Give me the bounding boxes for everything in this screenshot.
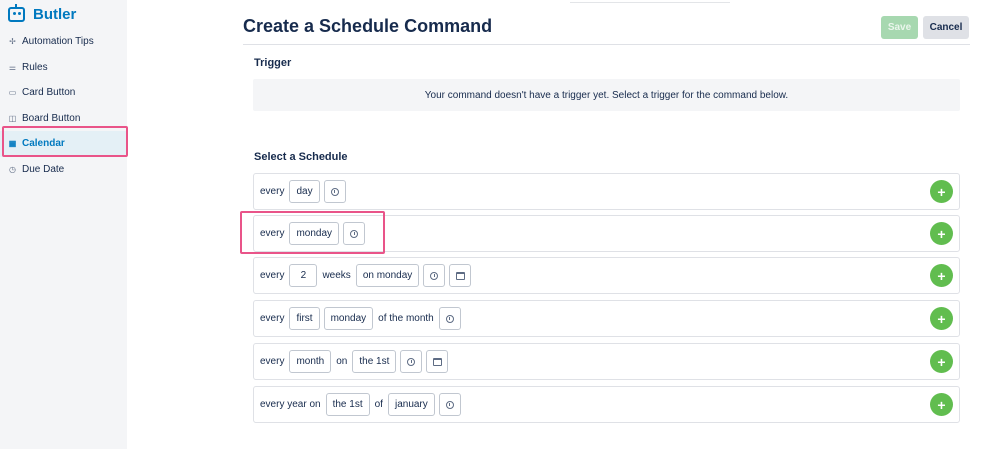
ordinal-select[interactable]: first [289,307,320,330]
sidebar-item-due-date[interactable]: ◷ Due Date [0,157,127,183]
save-button[interactable]: Save [881,16,918,39]
sidebar-item-card-button[interactable]: ▭ Card Button [0,80,127,106]
clock-icon [407,357,416,366]
app-name: Butler [33,5,77,23]
row-text: every [260,313,285,324]
row-text: every year on [260,399,321,410]
schedule-row-every-year[interactable]: every year on the 1st of january + [253,386,960,423]
clock-icon [430,271,439,280]
row-text: every [260,186,285,197]
calendar-icon [432,357,442,366]
page-title: Create a Schedule Command [243,16,493,36]
card-icon: ▭ [8,88,17,98]
schedule-heading: Select a Schedule [254,151,348,163]
schedule-row-every-month[interactable]: every month on the 1st + [253,343,960,380]
row-text: weeks [322,270,351,281]
period-select[interactable]: day [289,180,320,203]
highlight-box-every-monday [240,211,385,254]
sidebar-item-label: Rules [22,61,48,73]
clock-icon [445,400,454,409]
clock-icon [330,187,339,196]
day-of-month-select[interactable]: the 1st [352,350,397,373]
weekday-select[interactable]: monday [323,307,374,330]
add-schedule-button[interactable]: + [930,222,953,245]
clock-icon [445,314,454,323]
schedule-row-nth-weekday-of-month[interactable]: every first monday of the month + [253,300,960,337]
sidebar-item-automation-tips[interactable]: ✢ Automation Tips [0,29,127,55]
trigger-empty-box: Your command doesn't have a trigger yet.… [253,79,960,111]
time-picker-button[interactable] [438,393,461,416]
trigger-empty-message: Your command doesn't have a trigger yet.… [424,89,789,101]
top-divider [570,0,730,3]
time-picker-button[interactable] [423,264,446,287]
board-icon: ◫ [8,113,17,123]
title-divider [243,44,970,45]
clock-icon: ◷ [9,164,16,174]
cancel-button[interactable]: Cancel [923,16,969,39]
sidebar-item-label: Board Button [22,112,81,124]
sidebar-nav: ✢ Automation Tips ⚌ Rules ▭ Card Button … [0,29,127,182]
time-picker-button[interactable] [400,350,423,373]
add-schedule-button[interactable]: + [930,180,953,203]
add-schedule-button[interactable]: + [930,393,953,416]
add-schedule-button[interactable]: + [930,350,953,373]
highlight-box-calendar [2,126,128,157]
time-picker-button[interactable] [323,180,346,203]
row-text: on [336,356,348,367]
trigger-heading: Trigger [254,57,292,69]
add-schedule-button[interactable]: + [930,307,953,330]
row-text: of [374,399,383,410]
day-of-month-select[interactable]: the 1st [325,393,370,416]
time-picker-button[interactable] [438,307,461,330]
schedule-row-every-n-weeks[interactable]: every 2 weeks on monday + [253,257,960,294]
interval-input[interactable]: 2 [289,264,318,287]
period-select[interactable]: month [289,350,332,373]
sidebar-item-rules[interactable]: ⚌ Rules [0,55,127,81]
row-text: every [260,356,285,367]
schedule-row-every-day[interactable]: every day + [253,173,960,210]
sidebar-item-label: Automation Tips [22,36,94,48]
robot-icon [8,3,25,22]
sliders-icon: ⚌ [8,62,17,72]
brand[interactable]: Butler [8,3,77,24]
date-picker-button[interactable] [426,350,449,373]
row-text: every [260,270,285,281]
sidebar-item-label: Due Date [22,163,65,175]
sidebar-item-label: Card Button [22,87,76,99]
month-select[interactable]: january [387,393,435,416]
row-text: of the month [378,313,434,324]
date-picker-button[interactable] [449,264,472,287]
add-schedule-button[interactable]: + [930,264,953,287]
sidebar: Butler ✢ Automation Tips ⚌ Rules ▭ Card … [0,0,127,449]
weekday-select[interactable]: on monday [355,264,420,287]
sparkle-icon: ✢ [9,37,16,47]
calendar-icon [455,271,465,280]
